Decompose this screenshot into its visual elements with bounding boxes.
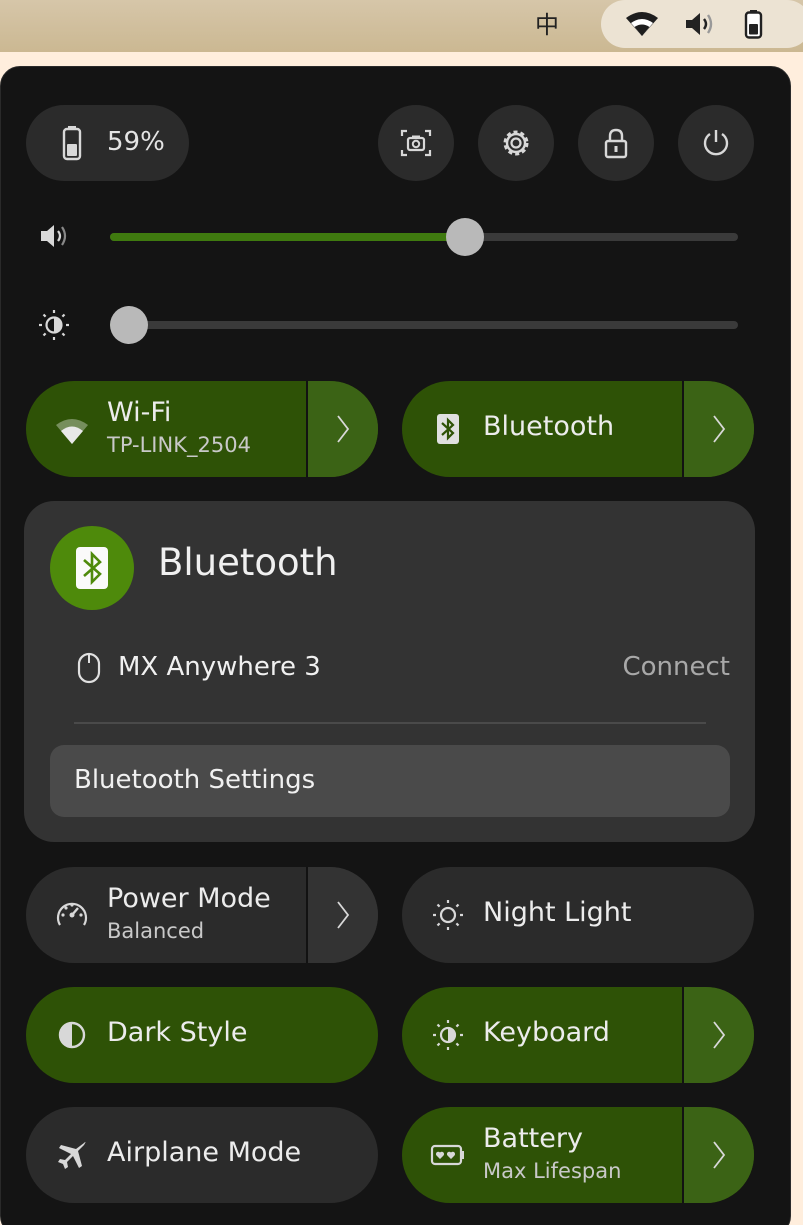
power-button[interactable] xyxy=(678,105,754,181)
battery-icon xyxy=(62,126,82,161)
battery-icon xyxy=(744,10,763,39)
lock-button[interactable] xyxy=(578,105,654,181)
keyboard-title: Keyboard xyxy=(483,1017,610,1048)
system-status-area[interactable] xyxy=(601,0,803,48)
wifi-icon xyxy=(56,419,88,444)
keyboard-menu-button[interactable] xyxy=(682,987,754,1083)
device-connect-button[interactable]: Connect xyxy=(622,652,730,682)
screenshot-button[interactable] xyxy=(378,105,454,181)
battery-title: Battery xyxy=(483,1123,583,1154)
quick-settings-panel: 59% Wi-Fi TP-LINK_2504 Bluetooth Bluetoo… xyxy=(0,66,791,1225)
chevron-right-icon xyxy=(713,1141,726,1169)
power-icon xyxy=(703,130,729,156)
bluetooth-menu-title: Bluetooth xyxy=(158,541,338,584)
dark-style-tile[interactable]: Dark Style xyxy=(26,987,378,1083)
mouse-icon xyxy=(77,652,101,684)
night-light-icon xyxy=(433,900,463,930)
device-name: MX Anywhere 3 xyxy=(118,652,321,682)
dark-style-title: Dark Style xyxy=(107,1017,248,1048)
bluetooth-icon xyxy=(437,414,459,444)
chevron-right-icon xyxy=(713,415,726,443)
wifi-title: Wi-Fi xyxy=(107,397,172,428)
bluetooth-settings-label: Bluetooth Settings xyxy=(74,765,316,795)
airplane-mode-title: Airplane Mode xyxy=(107,1137,302,1168)
airplane-mode-tile[interactable]: Airplane Mode xyxy=(26,1107,378,1203)
dark-style-icon xyxy=(58,1021,86,1049)
power-mode-title: Power Mode xyxy=(107,883,271,914)
volume-slider-handle[interactable] xyxy=(446,218,485,256)
keyboard-brightness-icon xyxy=(433,1020,463,1050)
chevron-right-icon xyxy=(713,1021,726,1049)
chevron-right-icon xyxy=(337,415,350,443)
device-row[interactable]: MX Anywhere 3 Connect xyxy=(50,631,730,705)
top-bar: 中 xyxy=(0,0,803,52)
bluetooth-badge xyxy=(50,526,134,610)
bluetooth-tile[interactable]: Bluetooth xyxy=(402,381,754,477)
power-mode-menu-button[interactable] xyxy=(306,867,378,963)
battery-menu-button[interactable] xyxy=(682,1107,754,1203)
power-mode-tile[interactable]: Power Mode Balanced xyxy=(26,867,378,963)
brightness-slider-handle[interactable] xyxy=(110,306,148,344)
wifi-network-name: TP-LINK_2504 xyxy=(107,433,251,457)
speedometer-icon xyxy=(56,902,88,926)
battery-percentage: 59% xyxy=(107,127,165,157)
separator xyxy=(74,722,706,724)
keyboard-tile[interactable]: Keyboard xyxy=(402,987,754,1083)
volume-slider[interactable] xyxy=(110,218,738,256)
night-light-title: Night Light xyxy=(483,897,632,928)
volume-icon xyxy=(686,13,713,35)
battery-mode-value: Max Lifespan xyxy=(483,1159,622,1183)
settings-button[interactable] xyxy=(478,105,554,181)
bluetooth-title: Bluetooth xyxy=(483,411,615,442)
brightness-slider[interactable] xyxy=(110,306,738,344)
input-method-indicator[interactable]: 中 xyxy=(532,8,562,42)
volume-icon[interactable] xyxy=(38,221,72,251)
power-mode-value: Balanced xyxy=(107,919,205,943)
wifi-icon xyxy=(626,12,658,36)
bluetooth-menu-button[interactable] xyxy=(682,381,754,477)
airplane-icon xyxy=(58,1141,86,1169)
lock-icon xyxy=(604,128,628,159)
battery-health-icon xyxy=(430,1144,464,1166)
volume-slider-fill xyxy=(110,233,466,241)
bluetooth-menu: Bluetooth MX Anywhere 3 Connect Bluetoot… xyxy=(24,501,755,842)
wifi-menu-button[interactable] xyxy=(306,381,378,477)
screenshot-icon xyxy=(400,129,432,157)
chevron-right-icon xyxy=(337,901,350,929)
bluetooth-icon xyxy=(76,547,108,589)
battery-tile[interactable]: Battery Max Lifespan xyxy=(402,1107,754,1203)
bluetooth-settings-button[interactable]: Bluetooth Settings xyxy=(50,745,730,817)
gear-icon xyxy=(503,130,529,156)
brightness-icon[interactable] xyxy=(37,308,71,342)
battery-indicator[interactable]: 59% xyxy=(26,105,189,181)
night-light-tile[interactable]: Night Light xyxy=(402,867,754,963)
wifi-tile[interactable]: Wi-Fi TP-LINK_2504 xyxy=(26,381,378,477)
